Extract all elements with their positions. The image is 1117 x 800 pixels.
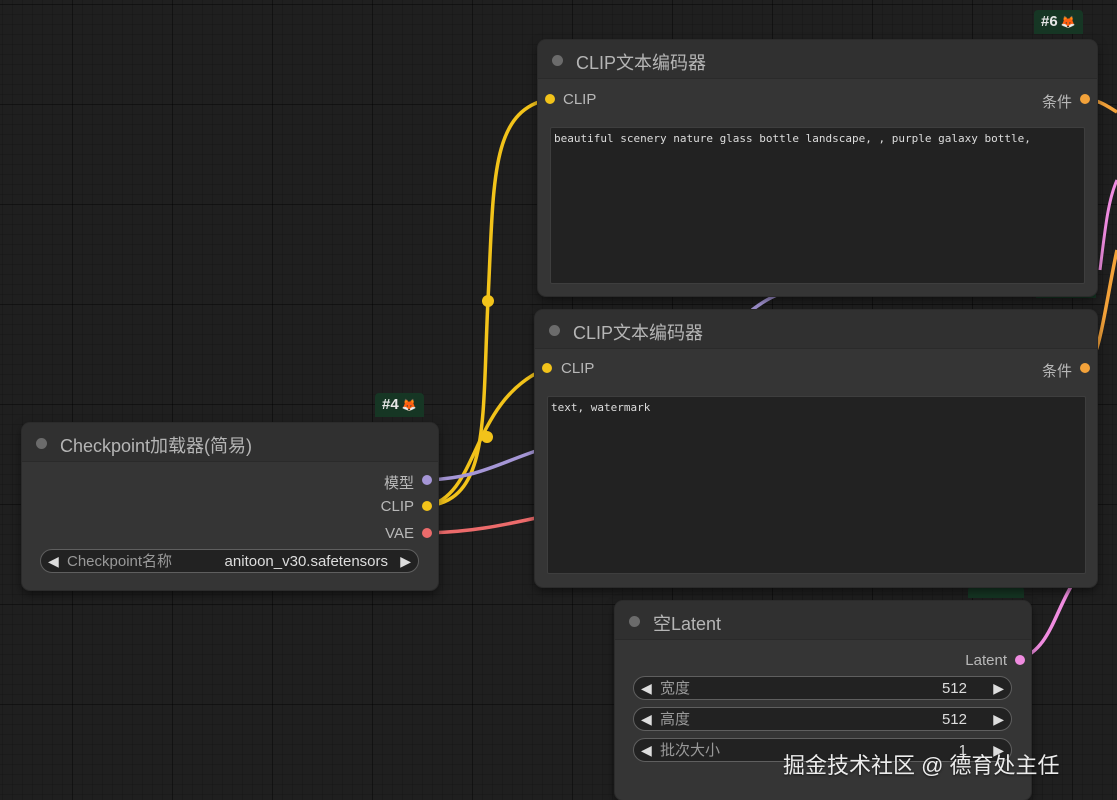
link-reroute-dot xyxy=(481,431,493,443)
prompt-text-area[interactable]: beautiful scenery nature glass bottle la… xyxy=(550,127,1085,284)
watermark: 掘金技术社区 @ 德育处主任 xyxy=(783,753,1060,778)
decrement-arrow-icon[interactable]: ◀ xyxy=(48,552,59,570)
conditioning-output-label: 条件 xyxy=(1041,363,1072,380)
width-number-widget[interactable]: ◀ 宽度 512 ▶ xyxy=(633,676,1012,700)
model-link xyxy=(426,446,546,482)
widget-value: 512 xyxy=(941,680,967,697)
conditioning-output-dot[interactable] xyxy=(1080,94,1090,104)
collapse-dot-icon[interactable] xyxy=(552,55,563,66)
badge-text: #4 xyxy=(382,396,399,413)
node-title: CLIP文本编码器 xyxy=(573,323,704,343)
conditioning-output-dot[interactable] xyxy=(1080,363,1090,373)
node-id-badge: #4 🦊 xyxy=(375,393,424,417)
widget-label: 高度 xyxy=(660,711,691,728)
node-title-bar[interactable]: 空Latent xyxy=(615,601,1031,640)
node-title-bar[interactable]: Checkpoint加载器(简易) xyxy=(22,423,438,462)
latent-output-dot[interactable] xyxy=(1015,655,1025,665)
clip-input-label: CLIP xyxy=(563,91,597,108)
node-title-bar[interactable]: CLIP文本编码器 xyxy=(538,40,1097,79)
widget-value: 512 xyxy=(941,711,967,728)
height-number-widget[interactable]: ◀ 高度 512 ▶ xyxy=(633,707,1012,731)
checkpoint-loader-node[interactable]: Checkpoint加载器(简易) 模型 CLIP VAE ◀ Checkpoi… xyxy=(22,423,438,590)
vae-link xyxy=(426,514,546,535)
clip-input-dot[interactable] xyxy=(542,363,552,373)
badge-text: #6 xyxy=(1041,13,1058,30)
fox-icon: 🦊 xyxy=(401,398,417,412)
widget-label: 批次大小 xyxy=(660,742,721,759)
widget-label: Checkpoint名称 xyxy=(67,553,173,570)
node-title: Checkpoint加载器(简易) xyxy=(60,436,253,456)
widget-value: anitoon_v30.safetensors xyxy=(224,553,388,570)
decrement-arrow-icon[interactable]: ◀ xyxy=(641,710,652,728)
collapse-dot-icon[interactable] xyxy=(629,616,640,627)
node-title: CLIP文本编码器 xyxy=(576,53,707,73)
node-title-bar[interactable]: CLIP文本编码器 xyxy=(535,310,1097,349)
collapse-dot-icon[interactable] xyxy=(549,325,560,336)
increment-arrow-icon[interactable]: ▶ xyxy=(993,710,1004,728)
clip-text-encoder-node-1[interactable]: CLIP文本编码器 CLIP 条件 beautiful scenery natu… xyxy=(538,40,1097,296)
model-output-dot[interactable] xyxy=(422,475,432,485)
link-reroute-dot xyxy=(482,295,494,307)
vae-output-label: VAE xyxy=(385,525,414,542)
decrement-arrow-icon[interactable]: ◀ xyxy=(641,741,652,759)
checkpoint-name-combo[interactable]: ◀ Checkpoint名称 anitoon_v30.safetensors ▶ xyxy=(40,549,419,573)
fox-icon: 🦊 xyxy=(1060,15,1076,29)
clip-text-encoder-node-2[interactable]: CLIP文本编码器 CLIP 条件 text, watermark xyxy=(535,310,1097,587)
increment-arrow-icon[interactable]: ▶ xyxy=(993,679,1004,697)
latent-link-behind xyxy=(1098,179,1117,271)
clip-link-to-encoder-2 xyxy=(426,366,548,508)
node-title: 空Latent xyxy=(653,614,722,634)
collapse-dot-icon[interactable] xyxy=(36,438,47,449)
clip-input-label: CLIP xyxy=(561,360,595,377)
prompt-text-area[interactable]: text, watermark xyxy=(547,396,1086,574)
increment-arrow-icon[interactable]: ▶ xyxy=(400,552,411,570)
clip-output-label: CLIP xyxy=(380,498,414,515)
clip-input-dot[interactable] xyxy=(545,94,555,104)
latent-output-label: Latent xyxy=(965,652,1007,669)
hidden-node-badge xyxy=(968,586,1024,598)
clip-output-dot[interactable] xyxy=(422,501,432,511)
model-output-label: 模型 xyxy=(383,475,414,492)
conditioning-output-label: 条件 xyxy=(1041,94,1072,111)
vae-output-dot[interactable] xyxy=(422,528,432,538)
widget-label: 宽度 xyxy=(660,680,691,697)
clip-link-to-encoder-1 xyxy=(426,97,551,508)
decrement-arrow-icon[interactable]: ◀ xyxy=(641,679,652,697)
node-id-badge: #6 🦊 xyxy=(1034,10,1083,34)
